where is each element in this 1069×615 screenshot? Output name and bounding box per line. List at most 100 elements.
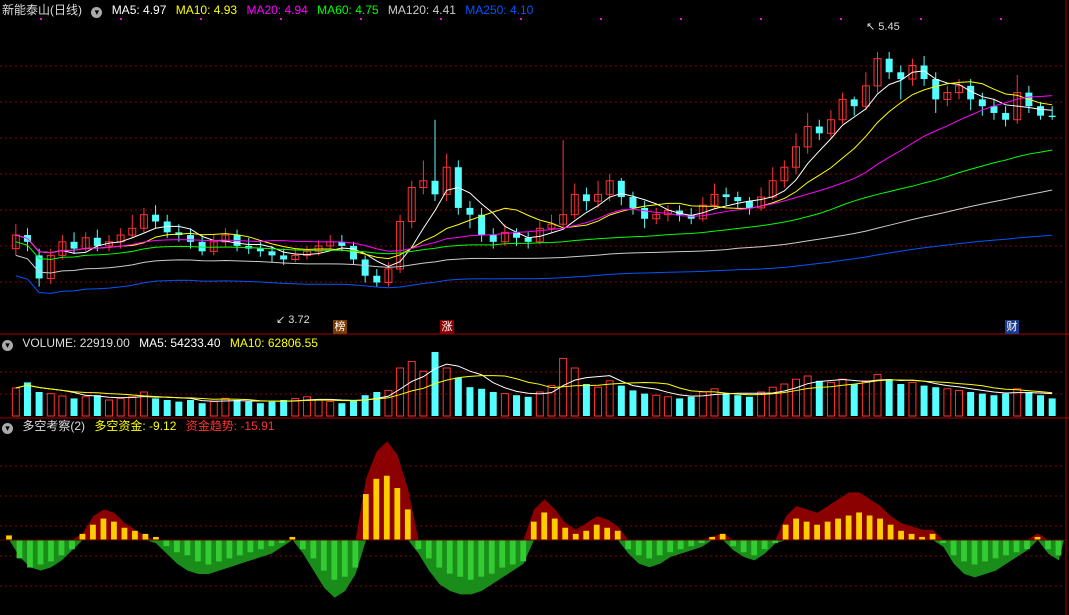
event-badge-zhang[interactable]: 涨 <box>440 320 454 334</box>
fund-bar-negative <box>195 540 201 562</box>
fund-bar-positive <box>404 509 411 540</box>
volume-bar-down <box>815 380 823 416</box>
toggle-icon[interactable]: ▾ <box>2 340 13 351</box>
fund-bar-positive <box>856 512 862 540</box>
volume-bar-down <box>198 403 206 416</box>
event-badge-bang[interactable]: 榜 <box>333 320 347 334</box>
candle-body-down <box>885 58 893 73</box>
volume-bar-up <box>326 401 335 417</box>
volume-bar-up <box>768 386 777 417</box>
fund-bar-negative <box>656 540 663 556</box>
volume-bar-down <box>163 400 171 416</box>
low-price-label: ↙ 3.72 <box>276 314 310 326</box>
candle-body-down <box>734 197 742 202</box>
volume-bar-up <box>314 399 323 417</box>
fund-bar-positive <box>835 518 841 540</box>
candle-body-down <box>93 237 101 246</box>
fund-bar-positive <box>583 530 590 540</box>
volume-bar-down <box>70 398 78 416</box>
volume-bar-up <box>663 396 672 417</box>
fund-bar-negative <box>457 540 464 577</box>
stock-title: 新能泰山(日线) <box>2 3 82 17</box>
candle-body-down <box>280 255 288 260</box>
volume-bar-down <box>850 384 858 416</box>
top-marker <box>760 18 762 20</box>
volume-bar-up <box>116 397 125 417</box>
volume-bar-down <box>466 387 474 416</box>
fund-bar-negative <box>27 540 33 568</box>
fund-bar-positive <box>898 530 904 540</box>
candle-body-down <box>582 194 590 202</box>
fund-bar-negative <box>37 540 44 565</box>
volume-bar-down <box>233 400 241 416</box>
fund-bar-positive <box>887 524 894 540</box>
candle-body-down <box>1037 106 1045 116</box>
top-marker <box>680 18 682 20</box>
volume-bar-up <box>652 394 661 417</box>
ma60-line <box>15 149 1053 260</box>
top-marker <box>40 18 42 20</box>
volume-bar-up <box>710 388 719 417</box>
toggle-icon[interactable]: ▾ <box>91 7 103 18</box>
fund-bar-positive <box>814 524 820 540</box>
fund-bar-positive <box>877 518 883 540</box>
volume-bar-up <box>780 383 789 417</box>
candle-body-down <box>478 214 486 236</box>
candle-body-down <box>431 180 439 195</box>
candle-body-down <box>932 79 940 100</box>
volume-bar-up <box>861 380 870 417</box>
fund-bar-negative <box>174 540 180 553</box>
top-marker <box>1000 18 1002 20</box>
fund-bar-negative <box>331 540 338 580</box>
fund-bar-negative <box>247 540 254 553</box>
volume-bar-down <box>268 401 276 416</box>
candle-body-down <box>641 207 649 219</box>
top-marker <box>360 18 362 20</box>
top-marker <box>520 18 522 20</box>
fund-label: 多空资金: -9.12 <box>94 419 177 433</box>
top-marker <box>200 18 202 20</box>
volume-bar-down <box>152 398 160 416</box>
volume-bar-down <box>524 396 532 416</box>
fund-bar-negative <box>236 540 243 556</box>
fund-bar-negative <box>520 540 527 562</box>
trend-label: 资金趋势: -15.91 <box>185 419 275 433</box>
volume-bar-down <box>676 398 684 416</box>
top-marker <box>840 18 842 20</box>
candle-body-down <box>745 201 753 208</box>
fund-bar-negative <box>982 540 988 562</box>
volume-bar-up <box>535 391 544 417</box>
volume-bar-up <box>792 378 800 417</box>
fund-bar-negative <box>257 540 264 550</box>
fund-bar-negative <box>467 540 474 580</box>
volume-bar-down <box>186 400 194 416</box>
candle-body-down <box>489 235 497 242</box>
fund-bar-positive <box>824 521 831 540</box>
fund-bar-negative <box>740 540 747 553</box>
fund-bar-negative <box>48 540 54 562</box>
fund-bar-negative <box>184 540 191 556</box>
event-badge-cai[interactable]: 财 <box>1005 320 1019 334</box>
volume-bar-up <box>605 380 614 417</box>
fund-bar-positive <box>111 521 117 540</box>
fund-bar-negative <box>950 540 957 556</box>
fund-bar-negative <box>1045 540 1051 550</box>
volume-bar-down <box>245 401 253 416</box>
fund-bar-negative <box>446 540 453 574</box>
fund-bar-negative <box>677 540 684 550</box>
candle-body-down <box>978 99 986 107</box>
fund-bar-positive <box>362 494 369 540</box>
toggle-icon[interactable]: ▾ <box>2 423 13 434</box>
fund-bar-positive <box>803 521 810 540</box>
volume-bar-up <box>908 381 917 417</box>
volume-bar-down <box>35 392 43 416</box>
volume-bar-down <box>734 395 742 416</box>
volume-title: VOLUME: 22919.00 <box>22 336 130 350</box>
volume-ma5: MA5: 54233.40 <box>139 336 221 350</box>
fund-bar-negative <box>341 540 348 577</box>
volume-header: ▾ VOLUME: 22919.00 MA5: 54233.40 MA10: 6… <box>2 335 324 351</box>
fund-bar-negative <box>216 540 222 562</box>
candle-body-down <box>629 197 637 208</box>
volume-bar-up <box>81 396 90 417</box>
volume-bar-down <box>513 395 521 416</box>
